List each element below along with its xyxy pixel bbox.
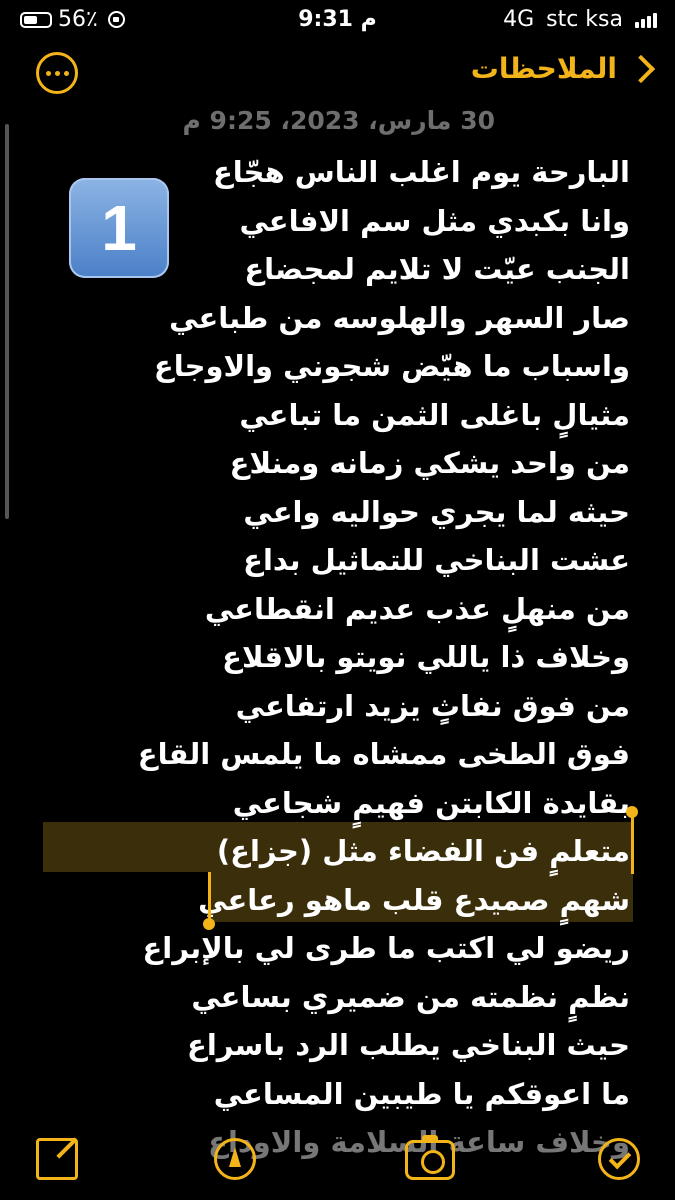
- network-type: 4G: [503, 7, 535, 32]
- carrier-name: stc ksa: [546, 7, 623, 32]
- note-line: عشت البناخي للتماثيل بداع: [243, 543, 630, 577]
- note-line: حيثه لما يجري حواليه واعي: [243, 494, 630, 529]
- markup-pen-icon[interactable]: [214, 1138, 256, 1180]
- nav-bar: الملاحظات: [0, 48, 675, 104]
- note-line: صار السهر والهلوسه من طباعي: [169, 300, 630, 335]
- note-line: متعلمٍ فن الفضاء مثل (جزاع): [216, 834, 630, 868]
- note-line: واسباب ما هيّض شجوني والاوجاع: [153, 349, 630, 383]
- note-line: من فوق نفاثٍ يزيد ارتفاعي: [235, 688, 630, 723]
- selection-end-handle[interactable]: [208, 872, 211, 922]
- note-line: وخلاف ذا ياللي نويتو بالاقلاع: [222, 640, 630, 674]
- compose-icon[interactable]: [36, 1138, 78, 1180]
- note-line: من واحد يشكي زمانه ومنلاع: [229, 446, 630, 480]
- note-line: مثيالٍ باغلى الثمن ما تباعي: [239, 397, 630, 432]
- note-line: ريضو لي اكتب ما طرى لي بالإبراع: [142, 931, 630, 965]
- note-line: فوق الطخى ممشاه ما يلمس القاع: [137, 737, 630, 771]
- note-text-body[interactable]: البارحة يوم اغلب الناس هجّاع وانا بكبدي م…: [70, 148, 630, 1167]
- note-line: شهمٍ صميدع قلب ماهو رعاعي: [198, 882, 630, 917]
- camera-icon[interactable]: [405, 1135, 455, 1180]
- status-bar: 56٪ 9:31 م 4G stc ksa: [0, 0, 675, 40]
- note-date: 30 مارس، 2023، 9:25 م: [182, 106, 495, 135]
- note-line: البارحة يوم اغلب الناس هجّاع: [212, 155, 630, 189]
- more-options-button[interactable]: [36, 52, 78, 94]
- back-button[interactable]: الملاحظات: [471, 52, 657, 85]
- note-line: حيث البناخي يطلب الرد باسراع: [187, 1028, 630, 1062]
- note-line: نظمٍ نظمته من ضميري بساعي: [191, 979, 630, 1014]
- bottom-toolbar: [0, 1124, 675, 1200]
- selection-end-handle-knob[interactable]: [203, 918, 215, 930]
- scroll-indicator: [5, 124, 9, 519]
- chevron-back-icon: [626, 54, 656, 83]
- signal-icon: [635, 12, 657, 28]
- note-line: بقايدة الكابتن فهيمٍ شجاعي: [232, 785, 630, 820]
- back-label: الملاحظات: [470, 52, 617, 85]
- selection-start-handle-knob[interactable]: [626, 806, 638, 818]
- note-line: من منهلٍ عذب عديم انقطاعي: [204, 591, 630, 626]
- checklist-icon[interactable]: [598, 1138, 640, 1180]
- status-right: 4G stc ksa: [503, 7, 657, 32]
- note-line: الجنب عيّت لا تلايم لمجضاع: [244, 252, 630, 286]
- note-content[interactable]: 30 مارس، 2023، 9:25 م 1 البارحة يوم اغلب…: [0, 104, 675, 1159]
- note-line: ما اعوقكم يا طيبين المساعي: [213, 1076, 630, 1111]
- selection-start-handle[interactable]: [631, 812, 634, 874]
- note-line: وانا بكبدي مثل سم الافاعي: [239, 203, 630, 238]
